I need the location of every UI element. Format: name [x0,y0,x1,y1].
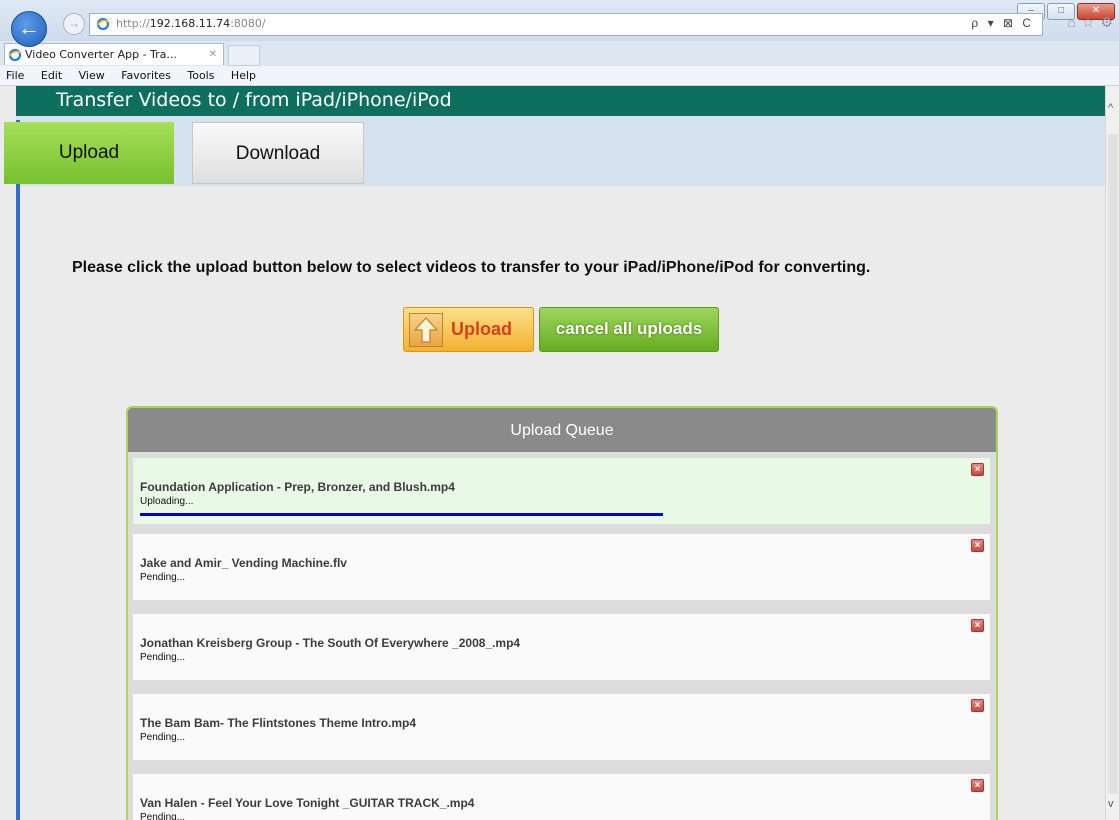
browser-toolbar: – □ ✕ ← → http://192.168.11.74:8080/ ρ ▾… [0,0,1119,47]
upload-progress-fill [140,513,663,516]
browser-tab-title: Video Converter App - Tra... [25,48,177,61]
instruction-text: Please click the upload button below to … [72,259,871,276]
upload-progress-bar [140,513,810,516]
menu-view[interactable]: View [79,66,105,85]
scroll-up-icon[interactable]: ^ [1108,102,1113,114]
queue-item-title: Jake and Amir_ Vending Machine.flv [140,556,347,570]
upload-arrow-icon [409,313,443,347]
gear-icon[interactable]: ⚙ [1100,14,1113,31]
ie-icon [8,48,22,62]
remove-item-icon[interactable]: × [971,619,984,632]
queue-item: Foundation Application - Prep, Bronzer, … [133,458,990,524]
queue-item: Van Halen - Feel Your Love Tonight _GUIT… [133,774,990,820]
scroll-down-icon[interactable]: v [1108,798,1114,810]
vertical-scrollbar[interactable]: ^ v [1105,86,1119,820]
forward-button[interactable]: → [63,13,85,35]
queue-item-title: Jonathan Kreisberg Group - The South Of … [140,636,521,650]
address-text: http://192.168.11.74:8080/ [116,17,266,30]
back-button[interactable]: ← [11,11,47,47]
favorites-star-icon[interactable]: ☆ [1082,14,1095,31]
tab-bar [16,116,1105,186]
browser-tab-strip: Video Converter App - Tra... ✕ [0,41,1119,67]
queue-item-title: The Bam Bam- The Flintstones Theme Intro… [140,716,417,730]
queue-item-title: Van Halen - Feel Your Love Tonight _GUIT… [140,796,475,810]
new-tab-button[interactable] [228,45,260,66]
remove-item-icon[interactable]: × [971,699,984,712]
remove-item-icon[interactable]: × [971,463,984,476]
home-icon[interactable]: ⌂ [1067,14,1075,31]
menu-file[interactable]: File [6,66,24,85]
upload-button[interactable]: Upload [403,307,534,352]
address-bar[interactable]: http://192.168.11.74:8080/ ρ ▾ ⊠ C [89,13,1043,36]
tab-upload[interactable]: Upload [4,122,174,184]
page-title: Transfer Videos to / from iPad/iPhone/iP… [16,86,1105,116]
queue-item-status: Pending... [140,812,186,820]
address-tools[interactable]: ρ ▾ ⊠ C [971,16,1034,30]
browser-tab[interactable]: Video Converter App - Tra... ✕ [4,43,224,65]
queue-item: Jonathan Kreisberg Group - The South Of … [133,614,990,680]
web-page: Transfer Videos to / from iPad/iPhone/iP… [0,86,1105,820]
upload-queue: Upload Queue Foundation Application - Pr… [126,406,998,820]
queue-item: Jake and Amir_ Vending Machine.flv Pendi… [133,534,990,600]
upload-button-label: Upload [451,319,512,339]
menu-help[interactable]: Help [231,66,256,85]
menu-tools[interactable]: Tools [187,66,214,85]
ie-icon [96,17,110,31]
cancel-all-uploads-button[interactable]: cancel all uploads [539,307,719,352]
remove-item-icon[interactable]: × [971,779,984,792]
remove-item-icon[interactable]: × [971,539,984,552]
queue-item-status: Pending... [140,572,186,583]
upload-queue-title: Upload Queue [128,408,996,452]
menu-bar: File Edit View Favorites Tools Help [0,66,1119,86]
menu-edit[interactable]: Edit [41,66,62,85]
menu-favorites[interactable]: Favorites [121,66,171,85]
queue-item: The Bam Bam- The Flintstones Theme Intro… [133,694,990,760]
queue-item-status: Pending... [140,652,186,663]
close-tab-icon[interactable]: ✕ [209,44,217,65]
queue-item-status: Uploading... [140,496,194,507]
queue-item-title: Foundation Application - Prep, Bronzer, … [140,480,455,494]
toolbar-icons: ⌂ ☆ ⚙ [1067,14,1113,31]
scroll-thumb[interactable] [1108,134,1118,794]
tab-download[interactable]: Download [192,122,364,184]
queue-item-status: Pending... [140,732,186,743]
page-border [16,120,20,820]
